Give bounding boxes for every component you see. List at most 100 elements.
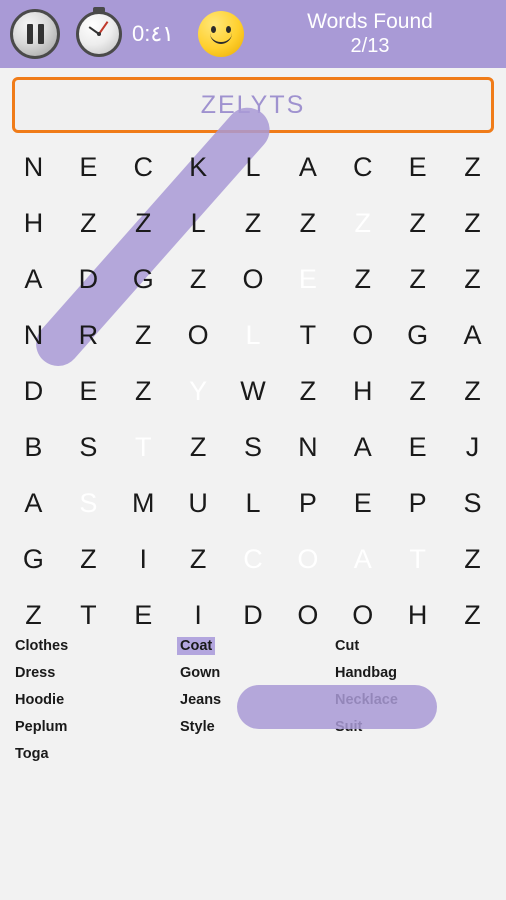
grid-cell[interactable]: R [61,307,116,363]
grid-cell[interactable]: Z [445,251,500,307]
word-list-item-label: Handbag [335,665,398,681]
word-list-item-label: Gown [180,665,221,681]
grid-cell[interactable]: E [335,475,390,531]
grid-cell[interactable]: A [335,531,390,587]
grid-cell[interactable]: I [116,531,171,587]
grid-cell[interactable]: Z [445,587,500,643]
grid-cell[interactable]: H [390,587,445,643]
grid-cell[interactable]: W [226,363,281,419]
grid-cell[interactable]: C [335,139,390,195]
grid-cell[interactable]: A [6,475,61,531]
word-list-item-label: Peplum [15,719,68,735]
grid-cell[interactable]: B [6,419,61,475]
grid-cell[interactable]: A [280,139,335,195]
word-search-grid-wrapper: NECKLACEZHZZLZZZZZADGZOEZZZNRZOLTOGADEZY… [0,98,506,729]
grid-cell[interactable]: I [171,587,226,643]
word-list-item[interactable]: Necklace [332,687,494,714]
grid-cell[interactable]: Z [171,251,226,307]
grid-cell[interactable]: E [390,139,445,195]
grid-cell[interactable]: A [335,419,390,475]
grid-cell[interactable]: C [116,139,171,195]
grid-cell[interactable]: Z [61,195,116,251]
grid-cell[interactable]: O [226,251,281,307]
grid-cell[interactable]: Z [445,363,500,419]
grid-cell[interactable]: S [61,475,116,531]
grid-cell[interactable]: G [116,251,171,307]
grid-cell[interactable]: S [445,475,500,531]
word-list-spacer [332,741,494,768]
grid-cell[interactable]: L [226,139,281,195]
grid-cell[interactable]: E [61,363,116,419]
grid-cell[interactable]: Z [335,251,390,307]
grid-cell[interactable]: A [445,307,500,363]
word-list-item-label: Style [180,719,215,735]
grid-cell[interactable]: T [280,307,335,363]
grid-cell[interactable]: N [6,307,61,363]
grid-cell[interactable]: Z [6,587,61,643]
grid-cell[interactable]: D [6,363,61,419]
grid-cell[interactable]: Z [61,531,116,587]
grid-cell[interactable]: C [226,531,281,587]
grid-cell[interactable]: P [390,475,445,531]
grid-cell[interactable]: K [171,139,226,195]
grid-cell[interactable]: O [280,531,335,587]
word-list-item[interactable]: Style [177,714,332,741]
grid-cell[interactable]: Z [390,251,445,307]
pause-button[interactable] [10,9,60,59]
grid-cell[interactable]: D [226,587,281,643]
word-list-item[interactable]: Peplum [12,714,177,741]
grid-cell[interactable]: O [280,587,335,643]
grid-cell[interactable]: J [445,419,500,475]
grid-cell[interactable]: E [280,251,335,307]
word-list-item[interactable]: Gown [177,660,332,687]
word-list-item[interactable]: Handbag [332,660,494,687]
grid-cell[interactable]: Z [390,363,445,419]
word-list-item[interactable]: Hoodie [12,687,177,714]
grid-cell[interactable]: Z [445,195,500,251]
grid-cell[interactable]: E [390,419,445,475]
grid-cell[interactable]: S [61,419,116,475]
smiley-face-icon[interactable] [198,11,244,57]
word-search-grid[interactable]: NECKLACEZHZZLZZZZZADGZOEZZZNRZOLTOGADEZY… [0,139,506,643]
grid-cell[interactable]: Z [226,195,281,251]
grid-cell[interactable]: Z [445,139,500,195]
grid-cell[interactable]: L [171,195,226,251]
grid-cell[interactable]: D [61,251,116,307]
grid-cell[interactable]: Z [171,419,226,475]
word-list-item[interactable]: Dress [12,660,177,687]
grid-cell[interactable]: S [226,419,281,475]
word-list-item[interactable]: Suit [332,714,494,741]
grid-cell[interactable]: Z [280,195,335,251]
grid-cell[interactable]: E [61,139,116,195]
grid-cell[interactable]: G [6,531,61,587]
grid-cell[interactable]: P [280,475,335,531]
grid-cell[interactable]: O [335,307,390,363]
grid-cell[interactable]: Z [116,307,171,363]
grid-cell[interactable]: N [6,139,61,195]
grid-cell[interactable]: T [390,531,445,587]
grid-cell[interactable]: Z [280,363,335,419]
grid-cell[interactable]: Z [390,195,445,251]
grid-cell[interactable]: T [61,587,116,643]
grid-cell[interactable]: Z [335,195,390,251]
grid-cell[interactable]: M [116,475,171,531]
grid-cell[interactable]: Z [445,531,500,587]
grid-cell[interactable]: O [171,307,226,363]
grid-cell[interactable]: G [390,307,445,363]
grid-cell[interactable]: Z [116,363,171,419]
word-list-item[interactable]: Jeans [177,687,332,714]
grid-cell[interactable]: H [6,195,61,251]
grid-cell[interactable]: E [116,587,171,643]
grid-cell[interactable]: H [335,363,390,419]
grid-cell[interactable]: T [116,419,171,475]
grid-cell[interactable]: U [171,475,226,531]
word-list-item[interactable]: Toga [12,741,177,768]
grid-cell[interactable]: L [226,307,281,363]
grid-cell[interactable]: A [6,251,61,307]
grid-cell[interactable]: O [335,587,390,643]
grid-cell[interactable]: Y [171,363,226,419]
grid-cell[interactable]: Z [116,195,171,251]
grid-cell[interactable]: Z [171,531,226,587]
grid-cell[interactable]: L [226,475,281,531]
grid-cell[interactable]: N [280,419,335,475]
